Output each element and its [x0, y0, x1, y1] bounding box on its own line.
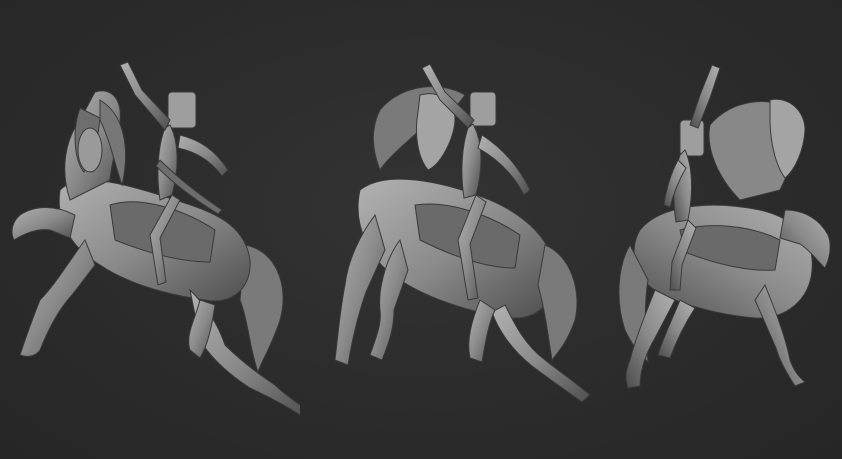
sculpt-view-center: [290, 0, 620, 459]
sculpt-view-right: [600, 0, 842, 459]
sculpt-viewport[interactable]: [0, 0, 842, 459]
horse-rider-sculpt-right: [618, 64, 831, 389]
horse-rider-sculpt-center: [334, 63, 591, 403]
sculpt-view-left: [0, 0, 300, 459]
horse-rider-sculpt-left: [11, 61, 300, 416]
